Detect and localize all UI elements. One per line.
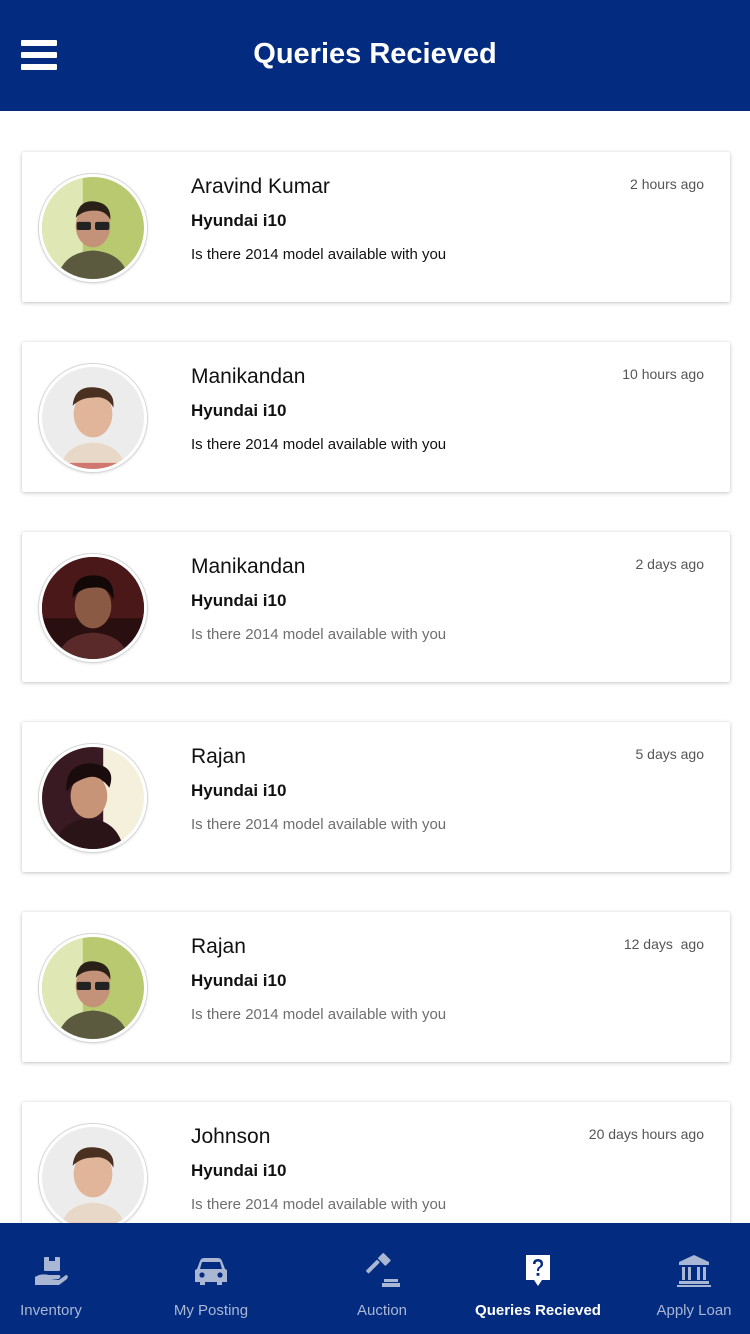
query-card[interactable]: Rajan Hyundai i10 Is there 2014 model av…: [22, 912, 730, 1062]
sender-name: Rajan: [191, 935, 246, 958]
query-message: Is there 2014 model available with you: [191, 626, 447, 643]
query-time: 12 days ago: [623, 936, 704, 952]
bank-icon: [677, 1255, 711, 1287]
avatar: [39, 364, 147, 472]
query-message: Is there 2014 model available with you: [191, 1196, 447, 1213]
query-time: 20 days hours ago: [588, 1126, 704, 1142]
sender-name: Aravind Kumar: [191, 175, 330, 198]
car-model: Hyundai i10: [191, 211, 287, 230]
car-model: Hyundai i10: [191, 591, 287, 610]
bottom-navigation: Inventory My Posting Auction Queries Rec…: [0, 1223, 750, 1334]
nav-auction[interactable]: Auction: [331, 1223, 433, 1334]
queries-list[interactable]: Aravind Kumar Hyundai i10 Is there 2014 …: [0, 111, 750, 1223]
gavel-icon: [366, 1253, 400, 1287]
query-card[interactable]: Aravind Kumar Hyundai i10 Is there 2014 …: [22, 152, 730, 302]
car-model: Hyundai i10: [191, 1161, 287, 1180]
query-time: 5 days ago: [635, 746, 705, 762]
nav-label: Inventory: [20, 1302, 82, 1319]
avatar: [39, 174, 147, 282]
app-header: Queries Recieved: [0, 0, 750, 111]
query-card[interactable]: Manikandan Hyundai i10 Is there 2014 mod…: [22, 532, 730, 682]
hand-box-icon: [35, 1257, 68, 1285]
car-icon: [195, 1258, 227, 1285]
hamburger-menu-icon[interactable]: [21, 40, 57, 70]
query-card[interactable]: Johnson Hyundai i10 Is there 2014 model …: [22, 1102, 730, 1223]
page-title: Queries Recieved: [253, 38, 497, 70]
car-model: Hyundai i10: [191, 971, 287, 990]
query-time: 10 hours ago: [622, 366, 704, 382]
car-model: Hyundai i10: [191, 401, 287, 420]
query-time: 2 hours ago: [630, 176, 704, 192]
avatar: [39, 554, 147, 662]
sender-name: Rajan: [191, 745, 246, 768]
nav-apply-loan[interactable]: Apply Loan: [648, 1223, 740, 1334]
avatar: [39, 744, 147, 852]
nav-label: Auction: [356, 1302, 408, 1319]
nav-queries-recieved[interactable]: Queries Recieved: [474, 1223, 602, 1334]
query-card[interactable]: Manikandan Hyundai i10 Is there 2014 mod…: [22, 342, 730, 492]
query-card[interactable]: Rajan Hyundai i10 Is there 2014 model av…: [22, 722, 730, 872]
query-message: Is there 2014 model available with you: [191, 1006, 447, 1023]
nav-label: Queries Recieved: [475, 1302, 601, 1319]
sender-name: Manikandan: [191, 365, 306, 388]
nav-label: Apply Loan: [656, 1302, 732, 1319]
sender-name: Johnson: [191, 1125, 271, 1148]
query-message: Is there 2014 model available with you: [191, 246, 447, 263]
avatar: [39, 934, 147, 1042]
nav-inventory[interactable]: Inventory: [0, 1223, 102, 1334]
query-message: Is there 2014 model available with you: [191, 816, 447, 833]
query-message: Is there 2014 model available with you: [191, 436, 447, 453]
question-icon: [526, 1255, 550, 1286]
nav-my-posting[interactable]: My Posting: [150, 1223, 272, 1334]
car-model: Hyundai i10: [191, 781, 287, 800]
query-time: 2 days ago: [635, 556, 705, 572]
sender-name: Manikandan: [191, 555, 306, 578]
nav-label: My Posting: [173, 1302, 249, 1319]
avatar: [39, 1124, 147, 1223]
